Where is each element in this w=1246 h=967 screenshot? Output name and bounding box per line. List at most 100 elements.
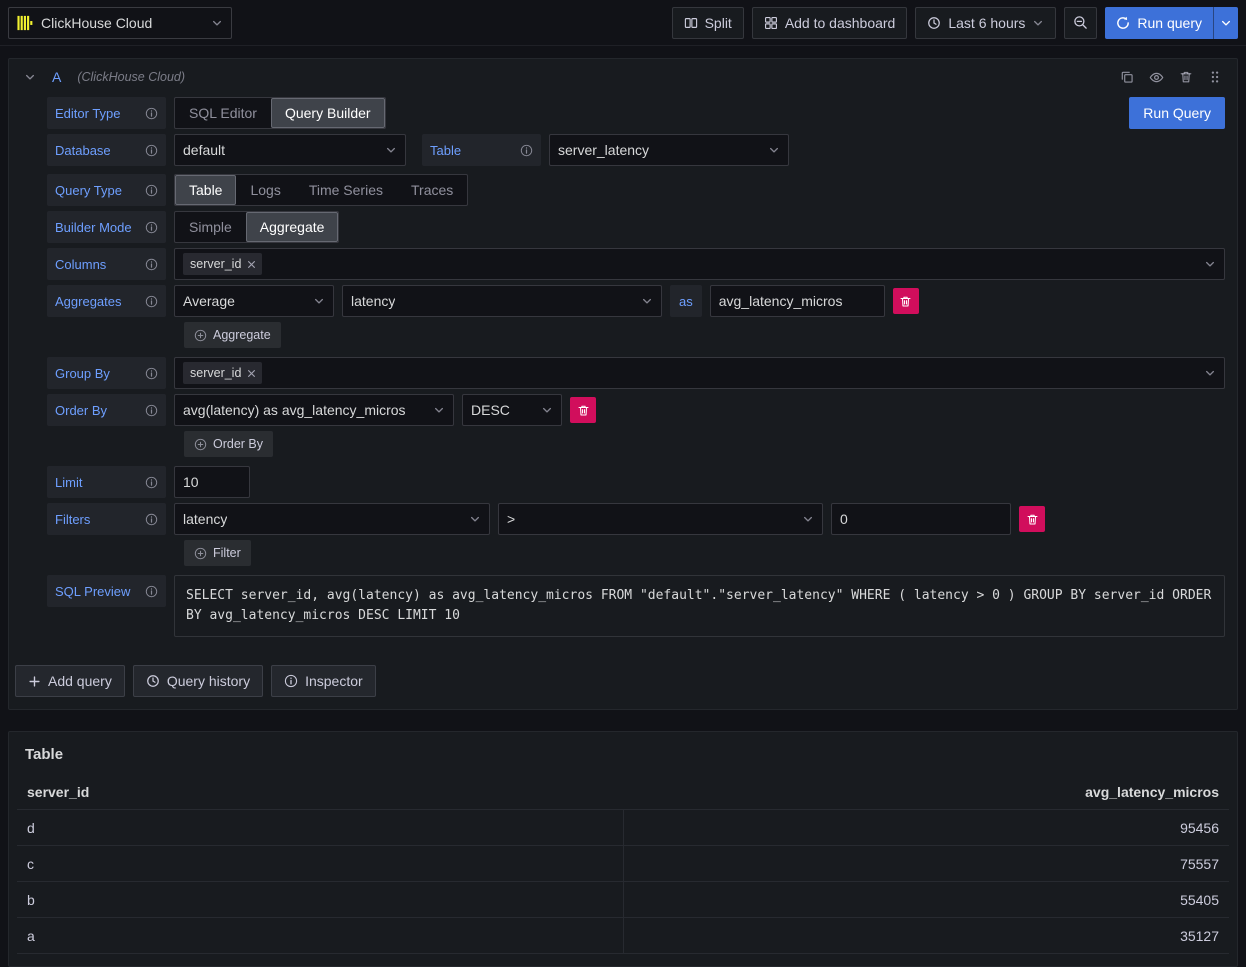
run-query-split-button: Run query bbox=[1105, 7, 1238, 39]
database-select[interactable]: default bbox=[174, 134, 406, 166]
info-icon bbox=[145, 258, 158, 271]
limit-label: Limit bbox=[47, 466, 166, 498]
drag-dots-icon bbox=[1208, 70, 1222, 84]
add-order-by-row: Order By bbox=[47, 431, 1225, 457]
query-type-logs-option[interactable]: Logs bbox=[236, 175, 294, 205]
query-type-label-text: Query Type bbox=[55, 183, 122, 198]
add-aggregate-button[interactable]: Aggregate bbox=[184, 322, 281, 348]
chevron-down-icon bbox=[1204, 258, 1216, 270]
zoom-out-icon bbox=[1073, 15, 1088, 30]
filter-field-select[interactable]: latency bbox=[174, 503, 490, 535]
aggregate-function-select[interactable]: Average bbox=[174, 285, 334, 317]
add-query-button[interactable]: Add query bbox=[15, 665, 125, 697]
filter-operator-select[interactable]: > bbox=[498, 503, 823, 535]
query-datasource-hint: (ClickHouse Cloud) bbox=[77, 70, 185, 84]
query-builder-option[interactable]: Query Builder bbox=[271, 98, 385, 128]
chevron-down-icon bbox=[469, 513, 481, 525]
time-range-picker[interactable]: Last 6 hours bbox=[915, 7, 1056, 39]
aggregate-function-value: Average bbox=[183, 293, 235, 309]
filter-value-input[interactable] bbox=[831, 503, 1011, 535]
split-button[interactable]: Split bbox=[672, 7, 744, 39]
filter-field-value: latency bbox=[183, 511, 227, 527]
remove-order-by-button[interactable] bbox=[570, 397, 596, 423]
remove-filter-button[interactable] bbox=[1019, 506, 1045, 532]
table-row: c 75557 bbox=[17, 845, 1229, 881]
table-row: a 35127 bbox=[17, 917, 1229, 953]
remove-query-button[interactable] bbox=[1179, 70, 1193, 84]
hide-response-button[interactable] bbox=[1149, 70, 1164, 85]
table-value: server_latency bbox=[558, 142, 649, 158]
duplicate-query-button[interactable] bbox=[1120, 70, 1134, 84]
zoom-out-time-button[interactable] bbox=[1064, 7, 1097, 39]
query-type-table-option[interactable]: Table bbox=[175, 175, 236, 205]
query-builder-form: Editor Type SQL Editor Query Builder Run… bbox=[9, 95, 1237, 637]
query-history-button[interactable]: Query history bbox=[133, 665, 263, 697]
info-icon bbox=[145, 184, 158, 197]
remove-aggregate-button[interactable] bbox=[893, 288, 919, 314]
cell-avg-latency: 55405 bbox=[623, 882, 1229, 917]
group-by-label: Group By bbox=[47, 357, 166, 389]
chevron-down-icon bbox=[385, 144, 397, 156]
table-select[interactable]: server_latency bbox=[549, 134, 789, 166]
aggregates-row: Aggregates Average latency as bbox=[47, 285, 1225, 317]
refresh-icon bbox=[1116, 16, 1130, 30]
filters-label-text: Filters bbox=[55, 512, 90, 527]
query-history-label: Query history bbox=[167, 673, 250, 689]
apps-grid-icon bbox=[764, 16, 778, 30]
editor-type-label: Editor Type bbox=[47, 97, 166, 129]
columns-multiselect[interactable]: server_id bbox=[174, 248, 1225, 280]
chevron-down-icon bbox=[1204, 367, 1216, 379]
builder-mode-switch: Simple Aggregate bbox=[174, 211, 339, 243]
add-to-dashboard-label: Add to dashboard bbox=[785, 15, 896, 31]
aggregate-alias-input[interactable] bbox=[710, 285, 885, 317]
remove-chip-icon[interactable] bbox=[246, 259, 257, 270]
drag-query-handle[interactable] bbox=[1208, 70, 1222, 84]
time-range-label: Last 6 hours bbox=[948, 15, 1025, 31]
query-type-timeseries-option[interactable]: Time Series bbox=[295, 175, 397, 205]
group-by-multiselect[interactable]: server_id bbox=[174, 357, 1225, 389]
builder-mode-label-text: Builder Mode bbox=[55, 220, 132, 235]
order-by-direction-select[interactable]: DESC bbox=[462, 394, 562, 426]
chevron-down-icon bbox=[433, 404, 445, 416]
history-icon bbox=[146, 674, 160, 688]
table-label-text: Table bbox=[430, 143, 461, 158]
column-header-avg-latency[interactable]: avg_latency_micros bbox=[623, 784, 1229, 800]
run-query-interval-dropdown[interactable] bbox=[1213, 7, 1238, 39]
query-type-traces-option[interactable]: Traces bbox=[397, 175, 467, 205]
plus-circle-icon bbox=[194, 547, 207, 560]
add-order-by-button[interactable]: Order By bbox=[184, 431, 273, 457]
sql-editor-option[interactable]: SQL Editor bbox=[175, 98, 271, 128]
sql-preview-label-text: SQL Preview bbox=[55, 584, 130, 599]
query-type-label: Query Type bbox=[47, 174, 166, 206]
sql-preview-label: SQL Preview bbox=[47, 575, 166, 607]
simple-mode-option[interactable]: Simple bbox=[175, 212, 246, 242]
datasource-name: ClickHouse Cloud bbox=[41, 15, 203, 31]
editor-type-label-text: Editor Type bbox=[55, 106, 121, 121]
run-query-button[interactable]: Run query bbox=[1105, 7, 1213, 39]
datasource-picker[interactable]: ClickHouse Cloud bbox=[8, 7, 232, 39]
info-icon bbox=[145, 367, 158, 380]
filter-operator-value: > bbox=[507, 511, 515, 527]
table-panel: Table server_id avg_latency_micros d 954… bbox=[8, 731, 1238, 967]
query-header-actions bbox=[1120, 70, 1222, 85]
run-query-editor-button[interactable]: Run Query bbox=[1129, 97, 1225, 129]
aggregate-mode-option[interactable]: Aggregate bbox=[246, 212, 339, 242]
trash-icon bbox=[1179, 70, 1193, 84]
aggregate-column-select[interactable]: latency bbox=[342, 285, 662, 317]
remove-chip-icon[interactable] bbox=[246, 368, 257, 379]
query-type-row: Query Type Table Logs Time Series Traces bbox=[47, 174, 1225, 206]
info-icon bbox=[145, 404, 158, 417]
limit-input[interactable] bbox=[174, 466, 250, 498]
add-to-dashboard-button[interactable]: Add to dashboard bbox=[752, 7, 908, 39]
info-circle-icon bbox=[284, 674, 298, 688]
info-icon bbox=[145, 476, 158, 489]
builder-mode-label: Builder Mode bbox=[47, 211, 166, 243]
chevron-down-icon bbox=[1220, 17, 1232, 29]
table-label: Table bbox=[422, 134, 541, 166]
column-header-server-id[interactable]: server_id bbox=[17, 784, 623, 800]
add-filter-button[interactable]: Filter bbox=[184, 540, 251, 566]
order-by-field-select[interactable]: avg(latency) as avg_latency_micros bbox=[174, 394, 454, 426]
sql-preview-row: SQL Preview SELECT server_id, avg(latenc… bbox=[47, 575, 1225, 637]
inspector-button[interactable]: Inspector bbox=[271, 665, 376, 697]
collapse-query-chevron-icon[interactable] bbox=[24, 71, 36, 83]
